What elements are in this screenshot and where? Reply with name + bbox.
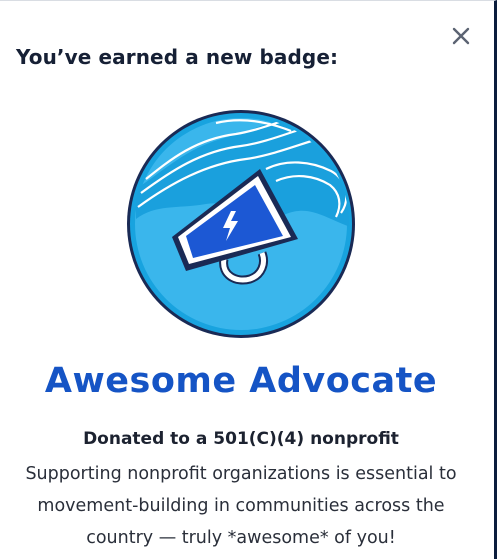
badge-name: Awesome Advocate xyxy=(44,361,438,401)
badge-modal: You’ve earned a new badge: Awesome Advoc… xyxy=(0,0,497,559)
badge-description: Supporting nonprofit organizations is es… xyxy=(25,464,457,548)
close-button[interactable] xyxy=(446,21,476,51)
badge-image xyxy=(126,109,356,339)
megaphone-icon xyxy=(127,110,355,338)
badge-subtitle: Donated to a 501(C)(4) nonprofit xyxy=(83,429,399,449)
close-icon xyxy=(452,27,470,45)
modal-headline: You’ve earned a new badge: xyxy=(16,45,339,69)
